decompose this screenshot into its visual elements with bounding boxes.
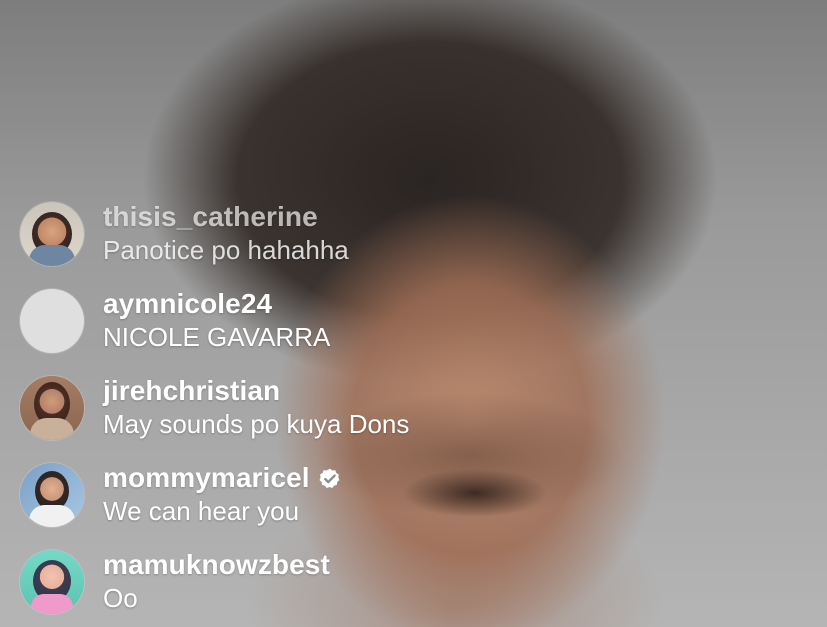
- live-video-stage: thisis_catherine Panotice po hahahha aym…: [0, 0, 827, 627]
- username-row: jirehchristian: [103, 374, 783, 408]
- username-thisis-catherine[interactable]: thisis_catherine: [103, 200, 318, 234]
- username-aymnicole24[interactable]: aymnicole24: [103, 287, 272, 321]
- message-thisis-catherine: Panotice po hahahha: [103, 235, 349, 265]
- username-jirehchristian[interactable]: jirehchristian: [103, 374, 280, 408]
- verified-badge-icon: [319, 468, 340, 488]
- avatar-aymnicole24[interactable]: [20, 289, 84, 353]
- avatar-jirehchristian[interactable]: [20, 376, 84, 440]
- message-mamuknowzbest: Oo: [103, 583, 138, 613]
- comment-item-thisis-catherine: thisis_catherine Panotice po hahahha: [20, 198, 780, 278]
- comment-content: jirehchristian May sounds po kuya Dons: [103, 374, 783, 440]
- comment-item-mommymaricel: mommymaricel We can hear you: [20, 459, 780, 539]
- message-mommymaricel: We can hear you: [103, 496, 300, 526]
- message-aymnicole24: NICOLE GAVARRA: [103, 322, 331, 352]
- message-jirehchristian: May sounds po kuya Dons: [103, 409, 410, 439]
- username-mommymaricel[interactable]: mommymaricel: [103, 461, 310, 495]
- username-row: mommymaricel: [103, 461, 783, 495]
- comment-item-mamuknowzbest: mamuknowzbest Oo: [20, 546, 780, 626]
- comment-item-aymnicole24: aymnicole24 NICOLE GAVARRA: [20, 285, 780, 365]
- avatar-mamuknowzbest[interactable]: [20, 550, 84, 614]
- comment-item-jirehchristian: jirehchristian May sounds po kuya Dons: [20, 372, 780, 452]
- username-row: aymnicole24: [103, 287, 783, 321]
- username-mamuknowzbest[interactable]: mamuknowzbest: [103, 548, 330, 582]
- comment-content: aymnicole24 NICOLE GAVARRA: [103, 287, 783, 353]
- comment-content: mommymaricel We can hear you: [103, 461, 783, 527]
- comment-content: mamuknowzbest Oo: [103, 548, 783, 614]
- avatar-thisis-catherine[interactable]: [20, 202, 84, 266]
- username-row: thisis_catherine: [103, 200, 783, 234]
- comment-content: thisis_catherine Panotice po hahahha: [103, 200, 783, 266]
- username-row: mamuknowzbest: [103, 548, 783, 582]
- avatar-mommymaricel[interactable]: [20, 463, 84, 527]
